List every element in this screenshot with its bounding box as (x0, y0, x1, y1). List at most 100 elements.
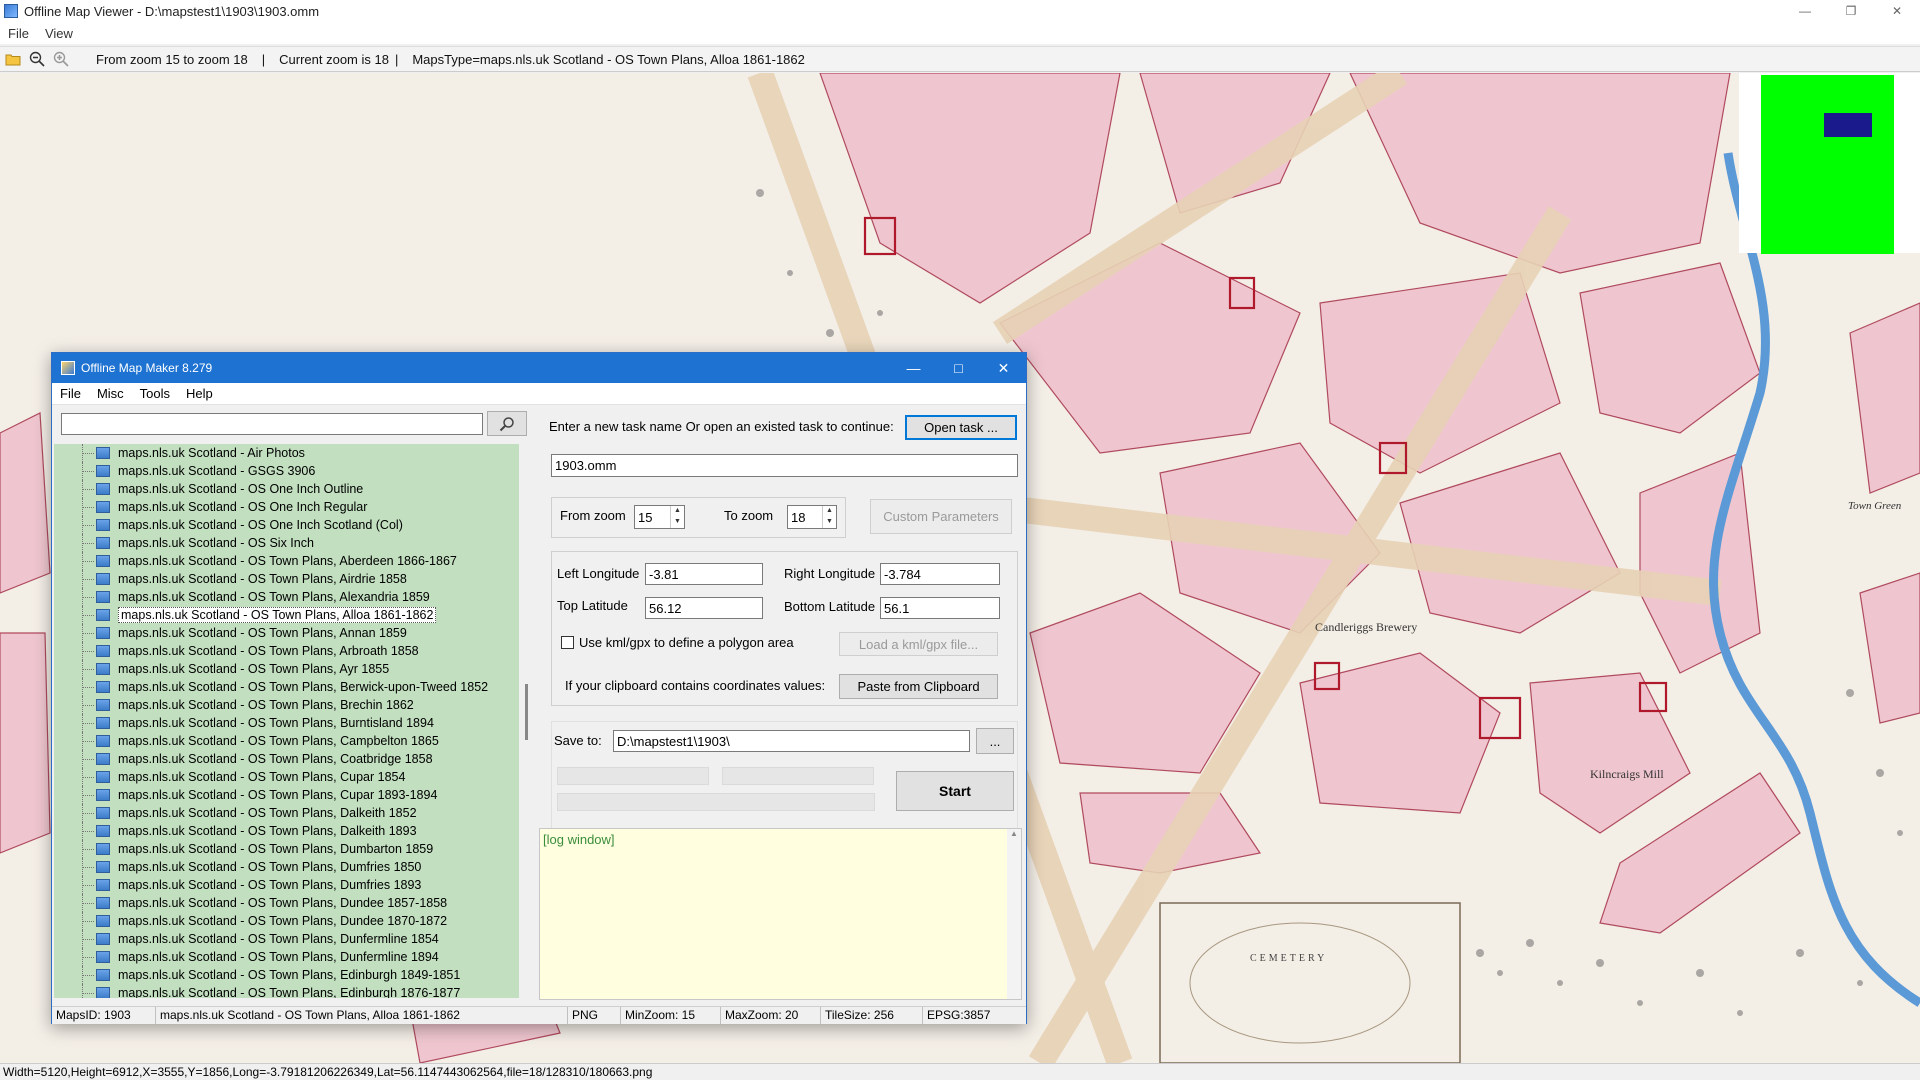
tree-item-label: maps.nls.uk Scotland - OS Town Plans, Ca… (118, 734, 439, 748)
tree-item[interactable]: maps.nls.uk Scotland - OS Town Plans, Ed… (54, 984, 514, 998)
menu-view[interactable]: View (37, 26, 81, 41)
top-latitude-input[interactable] (645, 597, 763, 619)
tree-item[interactable]: maps.nls.uk Scotland - OS Town Plans, Du… (54, 876, 514, 894)
maker-menu-misc[interactable]: Misc (89, 386, 132, 401)
tree-connector (54, 462, 94, 480)
open-task-button[interactable]: Open task ... (905, 415, 1017, 440)
maker-menubar: File Misc Tools Help (52, 383, 1026, 405)
tree-item[interactable]: maps.nls.uk Scotland - OS Town Plans, An… (54, 624, 514, 642)
tree-item[interactable]: maps.nls.uk Scotland - OS Town Plans, Du… (54, 930, 514, 948)
tree-item[interactable]: maps.nls.uk Scotland - OS Town Plans, Al… (54, 588, 514, 606)
tree-connector (54, 732, 94, 750)
tree-connector (54, 984, 94, 998)
tree-item[interactable]: maps.nls.uk Scotland - OS Town Plans, Du… (54, 840, 514, 858)
tree-item[interactable]: maps.nls.uk Scotland - OS Town Plans, Ar… (54, 642, 514, 660)
tree-item[interactable]: maps.nls.uk Scotland - OS Town Plans, Be… (54, 678, 514, 696)
tree-item[interactable]: maps.nls.uk Scotland - OS Town Plans, Co… (54, 750, 514, 768)
tree-item[interactable]: maps.nls.uk Scotland - OS Town Plans, Al… (54, 606, 514, 624)
tree-scroll-thumb[interactable] (525, 684, 528, 740)
maker-menu-tools[interactable]: Tools (132, 386, 178, 401)
spin-down-icon[interactable]: ▼ (671, 517, 684, 528)
map-source-icon (96, 825, 110, 837)
right-longitude-input[interactable] (880, 563, 1000, 585)
maker-maximize-icon[interactable]: □ (936, 353, 981, 383)
open-folder-icon[interactable] (2, 48, 24, 70)
zoom-out-icon[interactable] (26, 48, 48, 70)
bottom-latitude-input[interactable] (880, 597, 1000, 619)
tree-item-label: maps.nls.uk Scotland - OS Town Plans, Al… (118, 607, 437, 623)
tree-item[interactable]: maps.nls.uk Scotland - OS Town Plans, Da… (54, 822, 514, 840)
browse-button[interactable]: ... (976, 728, 1014, 754)
map-source-tree[interactable]: maps.nls.uk Scotland - Air Photos maps.nl… (54, 444, 519, 998)
from-zoom-spinner[interactable]: 15 ▲ ▼ (634, 505, 685, 529)
tree-item[interactable]: maps.nls.uk Scotland - OS Town Plans, Du… (54, 948, 514, 966)
maker-menu-help[interactable]: Help (178, 386, 221, 401)
tree-item[interactable]: maps.nls.uk Scotland - OS Town Plans, Ai… (54, 570, 514, 588)
search-button[interactable] (487, 411, 527, 436)
progress-bar-2 (722, 767, 874, 785)
current-zoom-text: Current zoom is 18 (279, 51, 389, 67)
log-window[interactable]: [log window] ▲ (539, 828, 1022, 1000)
custom-parameters-button[interactable]: Custom Parameters (870, 499, 1012, 534)
map-source-icon (96, 501, 110, 513)
tree-item[interactable]: maps.nls.uk Scotland - OS One Inch Outli… (54, 480, 514, 498)
scroll-up-icon[interactable]: ▲ (1007, 829, 1021, 838)
tree-item-label: maps.nls.uk Scotland - OS Town Plans, Al… (118, 590, 430, 604)
spin-up-icon[interactable]: ▲ (823, 506, 836, 517)
minimap-viewport[interactable] (1824, 113, 1872, 137)
tree-item-label: maps.nls.uk Scotland - OS Town Plans, Du… (118, 842, 434, 856)
tree-item[interactable]: maps.nls.uk Scotland - OS Town Plans, Du… (54, 912, 514, 930)
tree-item[interactable]: maps.nls.uk Scotland - OS Town Plans, Cu… (54, 786, 514, 804)
tree-item[interactable]: maps.nls.uk Scotland - OS Town Plans, Cu… (54, 768, 514, 786)
menu-file[interactable]: File (0, 26, 37, 41)
map-label-town-green: Town Green (1848, 500, 1902, 512)
tree-item[interactable]: maps.nls.uk Scotland - Air Photos (54, 444, 514, 462)
start-button[interactable]: Start (896, 771, 1014, 811)
tree-connector (54, 696, 94, 714)
map-source-icon (96, 645, 110, 657)
close-icon[interactable]: ✕ (1874, 0, 1920, 22)
task-name-input[interactable] (551, 454, 1018, 477)
tree-item[interactable]: maps.nls.uk Scotland - OS Town Plans, Da… (54, 804, 514, 822)
spin-down-icon[interactable]: ▼ (823, 517, 836, 528)
kml-checkbox[interactable] (561, 636, 574, 649)
tree-item[interactable]: maps.nls.uk Scotland - OS Town Plans, Du… (54, 858, 514, 876)
tree-connector (54, 660, 94, 678)
save-to-input[interactable] (613, 730, 970, 752)
to-zoom-spinner[interactable]: 18 ▲ ▼ (787, 505, 837, 529)
tree-item[interactable]: maps.nls.uk Scotland - OS Town Plans, Br… (54, 696, 514, 714)
tree-item[interactable]: maps.nls.uk Scotland - OS One Inch Regul… (54, 498, 514, 516)
tree-item-label: maps.nls.uk Scotland - OS Town Plans, Be… (118, 680, 489, 694)
minimize-icon[interactable]: — (1782, 0, 1828, 22)
tree-item[interactable]: maps.nls.uk Scotland - GSGS 3906 (54, 462, 514, 480)
tree-item[interactable]: maps.nls.uk Scotland - OS One Inch Scotl… (54, 516, 514, 534)
map-search-input[interactable] (61, 413, 483, 435)
tree-item-label: maps.nls.uk Scotland - OS Six Inch (118, 536, 314, 550)
maker-minimize-icon[interactable]: — (891, 353, 936, 383)
log-scrollbar[interactable]: ▲ (1007, 829, 1021, 999)
status-maps-id: MapsID: 1903 (52, 1007, 156, 1024)
spin-up-icon[interactable]: ▲ (671, 506, 684, 517)
load-kml-button[interactable]: Load a kml/gpx file... (839, 632, 998, 656)
left-longitude-input[interactable] (645, 563, 763, 585)
tree-item[interactable]: maps.nls.uk Scotland - OS Town Plans, Ay… (54, 660, 514, 678)
zoom-in-icon[interactable] (50, 48, 72, 70)
paste-clipboard-button[interactable]: Paste from Clipboard (839, 674, 998, 699)
tree-item[interactable]: maps.nls.uk Scotland - OS Town Plans, Ab… (54, 552, 514, 570)
tree-connector (54, 480, 94, 498)
overview-minimap[interactable] (1739, 73, 1920, 254)
tree-item-label: maps.nls.uk Scotland - OS One Inch Regul… (118, 500, 368, 514)
tree-item[interactable]: maps.nls.uk Scotland - OS Town Plans, Ca… (54, 732, 514, 750)
tree-item[interactable]: maps.nls.uk Scotland - OS Town Plans, Ed… (54, 966, 514, 984)
maker-close-icon[interactable]: ✕ (981, 353, 1026, 383)
map-source-icon (96, 915, 110, 927)
maker-menu-file[interactable]: File (52, 386, 89, 401)
maker-titlebar: Offline Map Maker 8.279 — □ ✕ (52, 353, 1026, 383)
map-source-icon (96, 753, 110, 765)
restore-icon[interactable]: ❐ (1828, 0, 1874, 22)
tree-scrollbar[interactable] (519, 444, 535, 998)
map-source-icon (96, 483, 110, 495)
tree-item[interactable]: maps.nls.uk Scotland - OS Six Inch (54, 534, 514, 552)
tree-item[interactable]: maps.nls.uk Scotland - OS Town Plans, Bu… (54, 714, 514, 732)
tree-item[interactable]: maps.nls.uk Scotland - OS Town Plans, Du… (54, 894, 514, 912)
